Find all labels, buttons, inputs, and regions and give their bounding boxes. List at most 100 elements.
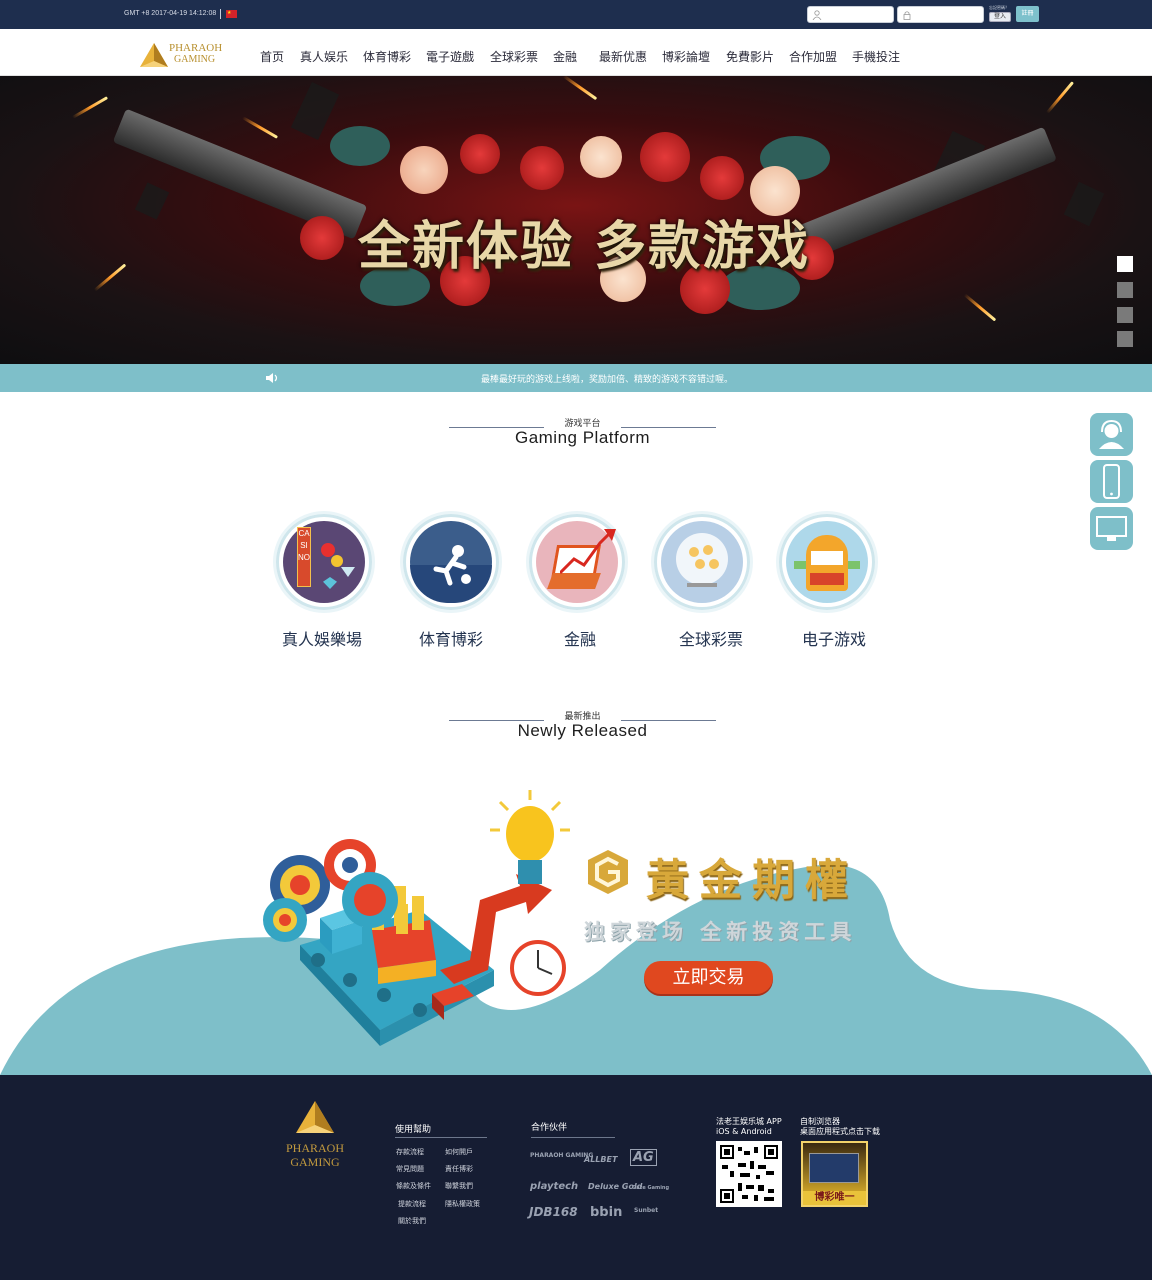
- slide-dot-2[interactable]: [1117, 282, 1133, 298]
- category-sports[interactable]: [403, 514, 499, 610]
- announcement-bar: 最棒最好玩的游戏上线啦，奖励加倍、精致的游戏不容错过喔。: [0, 364, 1152, 392]
- partner-sunbet: Sunbet: [634, 1207, 659, 1214]
- category-label-egames[interactable]: 电子游戏: [774, 626, 894, 650]
- desktop-app-button[interactable]: [1090, 507, 1133, 550]
- main-navbar: PHARAOH GAMING 首页 真人娱乐 体育博彩 電子遊戲 全球彩票 金融…: [0, 29, 1152, 76]
- desktop-app-download-image[interactable]: 博彩唯一: [801, 1141, 868, 1207]
- partner-gaze: Gaze Gaming: [632, 1185, 670, 1191]
- footer-link-about[interactable]: 關於我們: [398, 1216, 426, 1226]
- trade-now-button[interactable]: 立即交易: [644, 961, 773, 994]
- nav-forum[interactable]: 博彩論壇: [662, 48, 710, 65]
- hero-banner[interactable]: 全新体验 多款游戏: [0, 76, 1152, 364]
- partner-ag: AG: [630, 1149, 657, 1166]
- footer-link-terms[interactable]: 條款及條件: [396, 1181, 431, 1191]
- nav-promotions[interactable]: 最新优惠: [599, 48, 647, 65]
- desktop-app-subtitle: 桌面应用程式点击下载: [800, 1127, 880, 1136]
- nav-finance[interactable]: 金融: [553, 48, 577, 65]
- mobile-app-button[interactable]: [1090, 460, 1133, 503]
- banner-bullet-spark: [963, 293, 997, 322]
- app-title: 法老王娱乐城 APP: [716, 1117, 782, 1126]
- password-field[interactable]: [897, 6, 984, 23]
- banner-bullet-spark: [93, 263, 127, 292]
- banner-rifle-right: [793, 126, 1057, 262]
- banner-bullet-spark: [241, 116, 279, 139]
- banner-bullet-spark: [562, 76, 598, 101]
- user-icon: [812, 10, 822, 20]
- username-input[interactable]: [826, 9, 890, 20]
- banner-bullet-spark: [71, 96, 109, 119]
- qr-code-icon: [720, 1145, 778, 1203]
- pyramid-logo-icon: [140, 43, 168, 67]
- nav-free-videos[interactable]: 免費影片: [726, 48, 774, 65]
- casino-sign: CASINO: [297, 527, 311, 587]
- nav-mobile-betting[interactable]: 手機投注: [852, 48, 900, 65]
- nav-home[interactable]: 首页: [260, 48, 284, 65]
- footer-link-deposit[interactable]: 存款流程: [396, 1147, 424, 1157]
- partners-title: 合作伙伴: [531, 1123, 568, 1133]
- slide-dot-4[interactable]: [1117, 331, 1133, 347]
- app-platforms: iOS & Android: [716, 1127, 772, 1136]
- partner-bbin: bbin: [590, 1205, 623, 1220]
- nav-egames[interactable]: 電子遊戲: [426, 48, 474, 65]
- password-input[interactable]: [916, 9, 980, 20]
- section-title-en: Newly Released: [517, 721, 648, 740]
- login-button[interactable]: 登入: [989, 12, 1011, 22]
- help-title: 使用幫助: [395, 1125, 432, 1135]
- banner-rose: [700, 156, 744, 200]
- category-live-casino[interactable]: CASINO: [276, 514, 372, 610]
- footer-link-responsible[interactable]: 責任博彩: [445, 1164, 473, 1174]
- nav-partnership[interactable]: 合作加盟: [789, 48, 837, 65]
- newly-released-title: 最新推出 Newly Released: [449, 709, 716, 741]
- speaker-icon[interactable]: [265, 373, 280, 383]
- slot-machine-icon: [786, 521, 868, 603]
- banner-card-shard: [134, 182, 170, 220]
- register-button[interactable]: 註冊: [1016, 6, 1039, 22]
- slide-dot-3[interactable]: [1117, 307, 1133, 323]
- nav-live-casino[interactable]: 真人娱乐: [300, 48, 348, 65]
- server-time: GMT +8 2017-04-19 14:12:08: [124, 10, 217, 17]
- category-egames[interactable]: [779, 514, 875, 610]
- banner-rose: [400, 146, 448, 194]
- footer-link-open-account[interactable]: 如何開戶: [445, 1147, 473, 1157]
- banner-card-shard: [1063, 181, 1105, 227]
- banner-card-shard: [290, 82, 340, 140]
- top-bar: GMT +8 2017-04-19 14:12:08 ★ 忘記密碼？ 登入 註冊: [0, 0, 1152, 29]
- category-label-sports[interactable]: 体育博彩: [391, 626, 511, 650]
- forgot-password-link[interactable]: 忘記密碼？: [989, 5, 1009, 11]
- footer-link-privacy[interactable]: 隱私權政策: [445, 1199, 480, 1209]
- promo-title: 黃金期權: [646, 856, 858, 906]
- lock-icon: [903, 11, 911, 20]
- promo-golden-options[interactable]: [0, 770, 1152, 1075]
- nav-sports[interactable]: 体育博彩: [363, 48, 411, 65]
- category-label-live-casino[interactable]: 真人娛樂場: [262, 626, 382, 650]
- app-download-qr-code[interactable]: [716, 1141, 782, 1207]
- promo-subtitle: 独家登场 全新投资工具: [584, 920, 857, 944]
- footer-logo-line1: PHARAOH: [285, 1141, 344, 1155]
- category-label-finance[interactable]: 金融: [520, 626, 640, 650]
- footer-link-faq[interactable]: 常見問題: [396, 1164, 424, 1174]
- footer-link-contact[interactable]: 聯繫我們: [445, 1181, 473, 1191]
- china-flag-icon[interactable]: ★: [226, 10, 237, 18]
- site-logo[interactable]: PHARAOH GAMING: [138, 37, 230, 71]
- category-finance[interactable]: [529, 514, 625, 610]
- category-lottery[interactable]: [654, 514, 750, 610]
- slide-dot-1[interactable]: [1117, 256, 1133, 272]
- desktop-app-title: 自制浏览器: [800, 1117, 840, 1126]
- nav-lottery[interactable]: 全球彩票: [490, 48, 538, 65]
- banner-rose: [580, 136, 622, 178]
- footer-logo[interactable]: PHARAOH GAMING: [280, 1099, 350, 1169]
- lottery-icon: [661, 521, 743, 603]
- footer-link-withdraw[interactable]: 提款流程: [398, 1199, 426, 1209]
- desktop-app-banner-text: 博彩唯一: [803, 1191, 866, 1205]
- partner-playtech: playtech: [530, 1181, 579, 1192]
- banner-rose: [460, 134, 500, 174]
- logo-text-gaming: GAMING: [174, 54, 216, 65]
- golden-options-logo-icon: [588, 850, 628, 894]
- category-label-lottery[interactable]: 全球彩票: [651, 626, 771, 650]
- partner-jdb: JDB168: [529, 1205, 578, 1219]
- customer-service-button[interactable]: [1090, 413, 1133, 456]
- username-field[interactable]: [807, 6, 894, 23]
- headset-agent-icon: [1099, 419, 1124, 449]
- monitor-icon: [1096, 516, 1127, 541]
- partner-allbet: ALLBET: [584, 1155, 618, 1164]
